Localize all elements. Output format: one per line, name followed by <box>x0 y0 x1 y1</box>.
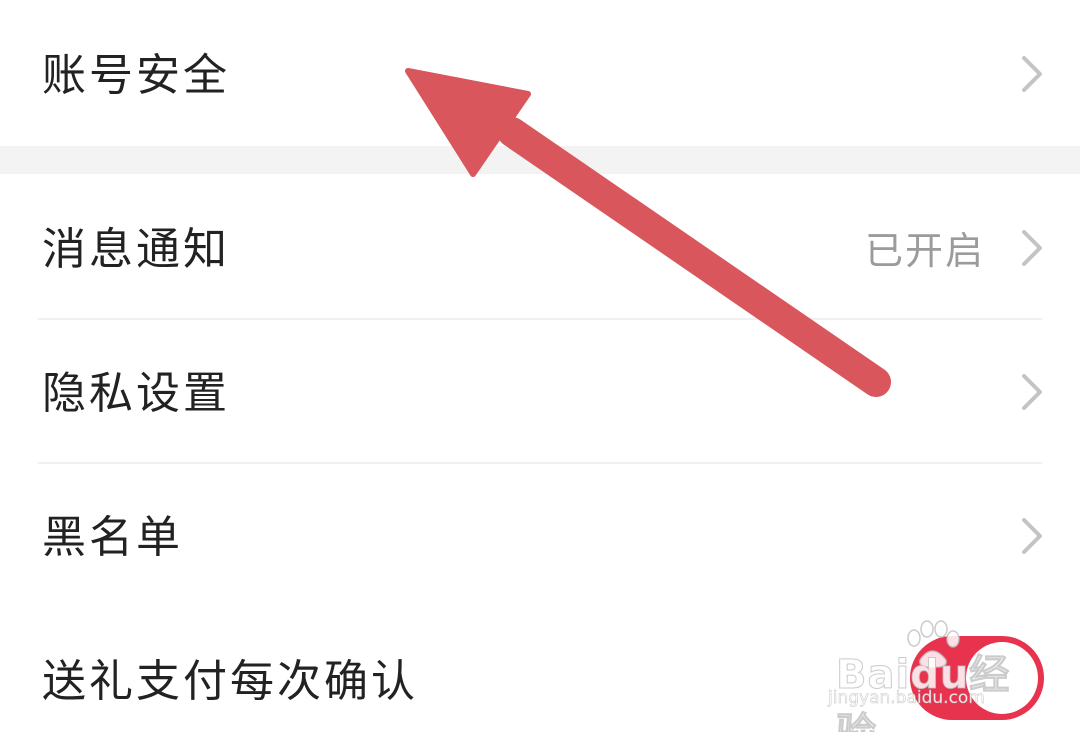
settings-item-privacy[interactable]: 隐私设置 <box>0 320 1080 462</box>
chevron-right-icon <box>1022 56 1042 92</box>
settings-item-account-security[interactable]: 账号安全 <box>0 0 1080 146</box>
section-separator <box>0 146 1080 174</box>
settings-item-label: 消息通知 <box>42 224 230 275</box>
settings-item-blacklist[interactable]: 黑名单 <box>0 464 1080 610</box>
settings-item-notifications[interactable]: 消息通知 已开启 <box>0 174 1080 318</box>
toggle-knob <box>966 642 1038 714</box>
settings-item-label: 黑名单 <box>42 512 183 563</box>
chevron-right-icon <box>1022 518 1042 554</box>
notification-status: 已开启 <box>864 229 985 273</box>
settings-page: 账号安全 消息通知 已开启 隐私设置 黑名单 送礼支付每次确认 Baidu经 j… <box>0 0 1080 732</box>
settings-item-label: 隐私设置 <box>42 368 230 419</box>
chevron-right-icon <box>1022 374 1042 410</box>
gift-payment-confirm-toggle[interactable] <box>910 636 1044 720</box>
settings-item-label: 账号安全 <box>42 50 230 101</box>
chevron-right-icon <box>1022 230 1042 266</box>
settings-item-label: 送礼支付每次确认 <box>42 656 418 707</box>
